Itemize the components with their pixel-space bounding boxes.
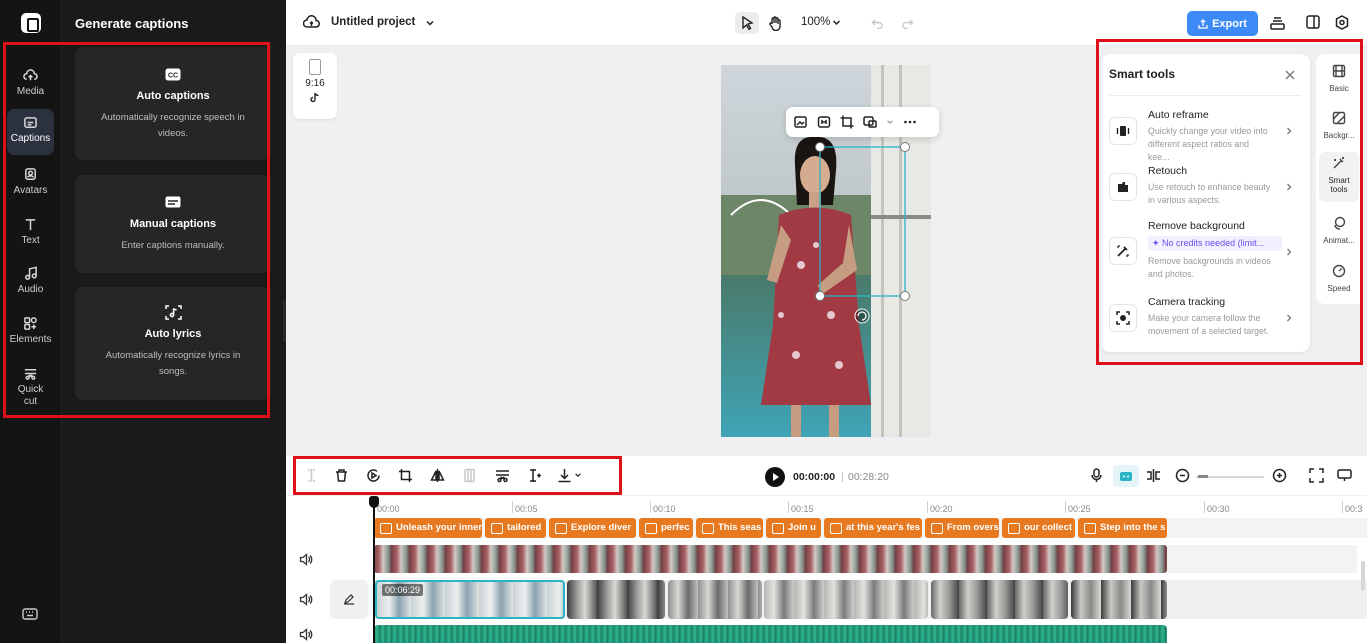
time-separator: | bbox=[841, 471, 844, 483]
caption-toggle-button[interactable] bbox=[1337, 468, 1353, 484]
upload-icon bbox=[1198, 18, 1208, 29]
current-time: 00:00:00 bbox=[793, 471, 836, 483]
phone-ratio-icon bbox=[309, 59, 321, 75]
pointer-icon bbox=[741, 16, 754, 30]
caption-clip[interactable]: Unleash your inner bbox=[374, 518, 482, 538]
caption-clip[interactable]: tailored bbox=[485, 518, 546, 538]
ruler-tick bbox=[788, 501, 789, 513]
cloud-sync-icon[interactable] bbox=[303, 15, 320, 30]
aspect-ratio-label: 9:16 bbox=[305, 78, 325, 89]
zoom-in-button[interactable] bbox=[1272, 468, 1288, 484]
ruler-label: 00:15 bbox=[791, 504, 814, 514]
microphone-icon bbox=[1091, 468, 1102, 482]
app-window: Media Captions Avatars Text Audio Elemen… bbox=[0, 0, 1367, 643]
image-add-icon[interactable] bbox=[794, 115, 808, 129]
clip-duration: 00:06:29 bbox=[382, 584, 424, 596]
fit-icon[interactable] bbox=[817, 115, 831, 129]
caption-clip[interactable]: From overs bbox=[925, 518, 999, 538]
zoom-out-icon bbox=[1175, 468, 1190, 483]
select-tool-button[interactable] bbox=[735, 12, 759, 34]
caption-clip[interactable]: at this year's fes bbox=[824, 518, 922, 538]
ruler-tick bbox=[927, 501, 928, 513]
caption-clip[interactable]: perfec bbox=[639, 518, 693, 538]
playhead[interactable] bbox=[369, 496, 379, 643]
audio-clip[interactable] bbox=[374, 625, 1167, 643]
highlight-box-timeline-tools bbox=[293, 456, 622, 495]
caption-clip[interactable]: Join u bbox=[766, 518, 821, 538]
video-clip[interactable] bbox=[668, 580, 762, 619]
crop-icon[interactable] bbox=[840, 115, 854, 129]
redo-icon[interactable] bbox=[901, 17, 914, 29]
video-clip[interactable] bbox=[1071, 580, 1167, 619]
microphone-button[interactable] bbox=[1089, 468, 1105, 484]
speaker-icon[interactable] bbox=[299, 553, 313, 566]
ruler-label: 00:20 bbox=[930, 504, 953, 514]
ruler-label: 00:3 bbox=[1345, 504, 1363, 514]
export-button[interactable]: Export bbox=[1187, 11, 1258, 36]
undo-icon[interactable] bbox=[871, 17, 884, 29]
pencil-icon bbox=[344, 594, 354, 605]
ruler-label: 00:30 bbox=[1207, 504, 1230, 514]
layers-icon[interactable] bbox=[1270, 15, 1285, 31]
vertical-scrollbar[interactable] bbox=[1361, 561, 1365, 591]
panel-title: Generate captions bbox=[75, 16, 189, 31]
caption-clip[interactable]: our collect bbox=[1002, 518, 1075, 538]
hand-tool-button[interactable] bbox=[763, 12, 787, 34]
video-clip-selected[interactable]: 00:06:29 bbox=[375, 580, 565, 619]
tiktok-icon bbox=[310, 92, 319, 103]
snap-icon bbox=[1147, 469, 1160, 482]
ruler-tick bbox=[1065, 501, 1066, 513]
ruler-label: 00:00 bbox=[377, 504, 400, 514]
app-logo bbox=[21, 13, 41, 33]
ruler-tick bbox=[1342, 501, 1343, 513]
keyboard-icon[interactable] bbox=[22, 608, 38, 622]
ai-assist-button[interactable] bbox=[1113, 465, 1139, 487]
layout-icon[interactable] bbox=[1306, 15, 1320, 29]
zoom-in-icon bbox=[1272, 468, 1287, 483]
play-button[interactable] bbox=[765, 467, 785, 487]
video-clip[interactable] bbox=[764, 580, 928, 619]
speaker-icon[interactable] bbox=[299, 593, 313, 606]
chevron-down-icon[interactable] bbox=[886, 118, 894, 126]
highlight-box-captions bbox=[3, 42, 270, 418]
caption-clip[interactable]: Step into the s bbox=[1078, 518, 1167, 538]
replace-icon[interactable] bbox=[863, 115, 877, 129]
settings-icon[interactable] bbox=[1335, 15, 1349, 30]
ruler-label: 00:10 bbox=[653, 504, 676, 514]
floating-edit-toolbar bbox=[786, 107, 939, 137]
ruler-tick bbox=[650, 501, 651, 513]
highlight-box-smart-tools bbox=[1096, 39, 1363, 365]
zoom-level[interactable]: 100% bbox=[801, 16, 830, 28]
ruler-label: 00:25 bbox=[1068, 504, 1091, 514]
export-label: Export bbox=[1212, 17, 1247, 30]
video-clip[interactable] bbox=[567, 580, 665, 619]
hand-icon bbox=[769, 15, 781, 31]
zoom-out-button[interactable] bbox=[1175, 468, 1191, 484]
comment-icon bbox=[1337, 469, 1352, 481]
robot-icon bbox=[1120, 472, 1132, 481]
caption-clip[interactable]: This seas bbox=[696, 518, 763, 538]
speaker-icon[interactable] bbox=[299, 628, 313, 641]
ruler-tick bbox=[1204, 501, 1205, 513]
video-clip[interactable] bbox=[931, 580, 1068, 619]
total-time: 00:28:20 bbox=[848, 471, 889, 483]
timeline-ruler[interactable]: 00:00 00:05 00:10 00:15 00:20 00:25 00:3… bbox=[373, 500, 1367, 514]
ruler-label: 00:05 bbox=[515, 504, 538, 514]
zoom-chevron-icon[interactable] bbox=[832, 19, 841, 27]
overlay-video-clip[interactable] bbox=[374, 545, 1167, 573]
cover-edit-button[interactable] bbox=[330, 580, 368, 619]
aspect-ratio-card[interactable]: 9:16 bbox=[293, 53, 337, 119]
empty-track-area bbox=[1167, 545, 1357, 573]
fullscreen-button[interactable] bbox=[1309, 468, 1325, 484]
split-snap-button[interactable] bbox=[1146, 468, 1162, 484]
ruler-tick bbox=[512, 501, 513, 513]
chevron-down-icon[interactable] bbox=[425, 18, 435, 28]
project-name[interactable]: Untitled project bbox=[331, 16, 415, 28]
more-icon[interactable] bbox=[903, 115, 917, 129]
caption-clip[interactable]: Explore diver bbox=[549, 518, 636, 538]
fullscreen-icon bbox=[1309, 468, 1324, 483]
zoom-slider-fill bbox=[1198, 475, 1208, 478]
